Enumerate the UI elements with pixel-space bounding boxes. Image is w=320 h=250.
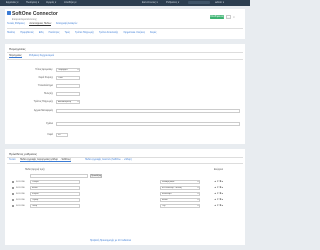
field-label: Σειρά Κίνησης [38, 77, 54, 79]
row-action-icons[interactable]: ▲▼✖● [214, 186, 223, 189]
transfer-file-field[interactable] [56, 109, 240, 113]
field-label: Τύπος Δρομολογ. [35, 69, 53, 71]
row-action-icons[interactable]: ▲▼✖● [214, 192, 223, 195]
menu-tasks[interactable]: Εργασίες ▾ [6, 1, 19, 4]
row-name-field[interactable]: Ονομα [30, 180, 80, 184]
salesman-field[interactable] [56, 92, 80, 96]
subtab-sync-settings[interactable]: Ρυθμίσεις Συγχρονισμού [29, 55, 54, 57]
additional-settings-card [5, 149, 245, 245]
menu-sales[interactable]: Πωλήσεις ▾ [26, 1, 39, 4]
page-title: SoftOne Connector [12, 11, 58, 17]
save-button[interactable]: Αποθήκευση [210, 15, 224, 19]
row-code: SOCODE [16, 181, 25, 183]
series-field[interactable]: 7000 [56, 76, 80, 80]
tab-payment-methods[interactable]: Τρόποι Πληρωμής [75, 32, 94, 34]
tab-prices[interactable]: Τιμές [65, 32, 70, 34]
row-action-icons[interactable]: ▲▼✖● [214, 180, 223, 183]
menu-warehouse[interactable]: Αποθήκη ▾ [64, 1, 77, 4]
menu-purchases[interactable]: Αγορές ▾ [46, 1, 56, 4]
payment-method-select[interactable]: Αντικαταβολή [56, 100, 80, 104]
action-column-header: Ενέργεια [214, 169, 224, 171]
field-label: Πωλητής [43, 93, 53, 95]
row-checkbox[interactable] [12, 199, 15, 202]
subtab-order-fields[interactable]: Πεδία εγγραφής παραγγελίας (eShop → Soft… [20, 159, 71, 162]
row-name-field[interactable]: Φορολ. [30, 192, 80, 196]
series-number-field[interactable]: 30 [56, 133, 68, 137]
field-label: Σειρά [47, 134, 53, 136]
close-icon[interactable]: × [233, 15, 235, 19]
row-code: SOCODE [16, 187, 25, 189]
field-label: Αρχείο Μεταφοράς [33, 110, 53, 112]
row-checkbox[interactable] [12, 181, 15, 184]
row-target-select[interactable]: Τηλ [160, 204, 200, 208]
subtab-orders[interactable]: Παραγγελίες [9, 55, 22, 58]
tab-customers[interactable]: Πελάτες [7, 32, 15, 34]
new-field-input[interactable] [30, 174, 88, 178]
more-button[interactable]: … [226, 15, 231, 19]
field-label: Σχόλιο [46, 123, 53, 125]
field-column-header: Πεδίο (Αρχική τιμή) [25, 169, 45, 171]
tab-field-mapping[interactable]: Αντιστοιχίσεις Πεδίων [29, 23, 52, 26]
top-navbar: Εργασίες ▾ Πωλήσεις ▾ Αγορές ▾ Αποθήκη ▾… [0, 0, 250, 6]
branch-field[interactable] [56, 84, 80, 88]
tab-change-log[interactable]: Καταγραφή Αλλαγών [56, 23, 77, 25]
row-checkbox[interactable] [12, 205, 15, 208]
row-checkbox[interactable] [12, 187, 15, 190]
search-input[interactable] [188, 1, 210, 5]
route-type-select[interactable]: Παραγγελ. [56, 68, 80, 72]
tab-shipping-methods[interactable]: Τρόποι Αποστολής [99, 32, 118, 34]
row-code: SOCODE [16, 199, 25, 201]
row-target-select[interactable]: Επώνυμο [160, 192, 200, 196]
row-checkbox[interactable] [12, 193, 15, 196]
connector-logo-icon [7, 11, 11, 15]
entity-tabs: Πελάτες Προμηθευτές Είδη Ποσότητες Τιμές… [7, 32, 161, 34]
page-subtitle: Εταιρεία Εγκατάστασης [12, 18, 37, 21]
tab-quantities[interactable]: Ποσότητες [49, 32, 60, 34]
row-code: SOCODE [16, 205, 25, 207]
row-name-field[interactable]: Τηλέφ. [30, 198, 80, 202]
tab-general-settings[interactable]: Γενικές Ρυθμίσεις [7, 23, 25, 25]
tab-suppliers[interactable]: Προμηθευτές [20, 32, 33, 34]
main-tabs: Γενικές Ρυθμίσεις Αντιστοιχίσεις Πεδίων … [7, 23, 81, 26]
row-target-select[interactable]: Καθαρή Αξία [160, 180, 200, 184]
section-title: Παραγγελίες [9, 47, 26, 51]
section-title: Πρόσθετες ρυθμίσεις [9, 152, 37, 156]
user-menu[interactable]: admin ▾ [215, 1, 224, 4]
subtab-customer-fields[interactable]: Πεδία εγγραφής πελατών (SoftOne → eShop) [85, 159, 132, 161]
tab-series[interactable]: Σειρές [150, 32, 156, 34]
row-name-field[interactable]: Πόλη [30, 204, 80, 208]
tab-financial-moves[interactable]: Χρηματοοικ. Κινήσεις [123, 32, 145, 34]
subtab-general[interactable]: Γενικά [9, 159, 15, 161]
field-label: Τρόπος Πληρωμής [33, 101, 53, 103]
pagination-link[interactable]: Προβολή Προσαρμογής με 10 πεδία/σελ [90, 240, 131, 242]
field-label: Υποκατάστημα [37, 85, 53, 87]
row-name-field[interactable]: Email [30, 186, 80, 190]
row-target-select[interactable]: E/Συναλλαγ. Πελάτη [160, 186, 200, 190]
row-action-icons[interactable]: ▲▼✖● [214, 198, 223, 201]
row-action-icons[interactable]: ▲▼✖● [214, 204, 223, 207]
menu-settings[interactable]: Ρυθμίσεις ▾ [166, 1, 179, 4]
row-code: SOCODE [16, 193, 25, 195]
add-button[interactable]: Προσθήκη [90, 174, 102, 178]
row-target-select[interactable]: Email [160, 198, 200, 202]
tab-items[interactable]: Είδη [39, 32, 44, 34]
comment-field[interactable] [56, 122, 240, 126]
menu-prints[interactable]: Εκτυπώσεις ▾ [142, 1, 158, 4]
